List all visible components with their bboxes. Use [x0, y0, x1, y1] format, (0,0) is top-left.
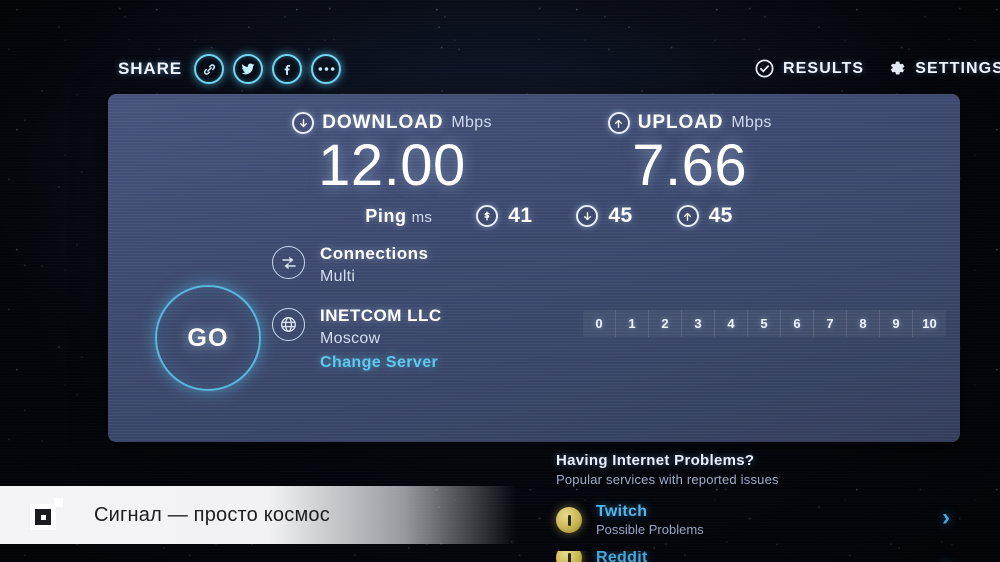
rating-cell-9[interactable]: 9 — [880, 310, 913, 337]
ping-row: Ping ms 41 45 45 — [108, 204, 960, 228]
share-label: SHARE — [118, 59, 183, 78]
share-bar: SHARE — [118, 54, 342, 84]
list-item[interactable]: Twitch Possible Problems › — [556, 503, 956, 537]
globe-icon — [272, 308, 305, 341]
results-button[interactable]: RESULTS — [754, 58, 864, 79]
chevron-right-icon[interactable]: › — [942, 506, 950, 530]
connections-row[interactable]: Connections Multi — [272, 244, 442, 286]
connections-text: Connections Multi — [320, 244, 428, 286]
service-text: Twitch Possible Problems — [596, 503, 704, 537]
more-icon[interactable] — [311, 54, 342, 84]
ping-label: Ping — [365, 205, 407, 226]
arrow-down-circle-icon — [292, 112, 315, 134]
speedtest-screen-photo: SHARE RESULTS SETTINGS DOWNLOAD Mbps 12.… — [0, 0, 1000, 562]
connections-icon — [272, 246, 305, 279]
service-text: Reddit — [596, 551, 648, 562]
arrow-up-circle-icon — [676, 205, 699, 227]
upload-metric: UPLOAD Mbps 7.66 — [604, 112, 776, 197]
rating-cell-5[interactable]: 5 — [748, 310, 781, 337]
server-row[interactable]: INETCOM LLC Moscow Change Server — [272, 306, 442, 372]
rating-scale[interactable]: 0 1 2 3 4 5 6 7 8 9 10 — [583, 310, 946, 337]
ping-idle-value: 41 — [508, 204, 533, 227]
rating-cell-8[interactable]: 8 — [847, 310, 880, 337]
arrow-up-circle-icon — [607, 112, 630, 134]
connection-info: Connections Multi INETCOM LLC Moscow Cha… — [272, 244, 442, 372]
twitter-icon[interactable] — [233, 54, 264, 84]
rating-cell-10[interactable]: 10 — [913, 310, 946, 337]
rating-cell-0[interactable]: 0 — [583, 310, 616, 337]
facebook-icon[interactable] — [272, 54, 303, 84]
check-circle-icon — [755, 59, 774, 78]
internet-problems-section: Having Internet Problems? Popular servic… — [556, 452, 956, 562]
service-name: Twitch — [596, 503, 648, 520]
rating-cell-4[interactable]: 4 — [715, 310, 748, 337]
ping-unit: ms — [411, 208, 433, 226]
service-name: Reddit — [596, 551, 648, 562]
ping-upload: 45 — [676, 204, 733, 228]
go-button-label: GO — [187, 323, 229, 352]
video-caption-bar: Сигнал — просто космос — [0, 486, 516, 544]
rating-cell-6[interactable]: 6 — [781, 310, 814, 337]
speed-metrics: DOWNLOAD Mbps 12.00 UPLOAD Mbps 7.66 — [108, 112, 960, 197]
speedtest-results-panel: DOWNLOAD Mbps 12.00 UPLOAD Mbps 7.66 Pin… — [108, 94, 960, 442]
upload-header: UPLOAD Mbps — [604, 112, 776, 134]
warning-icon — [556, 551, 582, 562]
ping-label-group: Ping ms — [365, 206, 432, 227]
ping-download-value: 45 — [608, 204, 633, 227]
upload-unit: Mbps — [731, 114, 772, 131]
outage-title: Having Internet Problems? — [556, 452, 755, 469]
download-value: 12.00 — [318, 133, 466, 198]
rating-cell-7[interactable]: 7 — [814, 310, 847, 337]
results-label: RESULTS — [783, 59, 865, 77]
ping-idle: 41 — [476, 204, 532, 228]
link-icon[interactable] — [194, 54, 225, 84]
server-location: Moscow — [320, 330, 381, 347]
connections-title: Connections — [320, 244, 429, 263]
rating-cell-1[interactable]: 1 — [616, 310, 649, 337]
gear-icon — [891, 61, 905, 75]
go-button[interactable]: GO — [155, 285, 261, 391]
chevron-right-icon[interactable]: › — [942, 554, 950, 562]
upload-label: UPLOAD — [637, 112, 724, 133]
square-logo-icon — [30, 498, 64, 532]
warning-icon — [556, 507, 582, 533]
service-status: Possible Problems — [596, 522, 704, 537]
download-header: DOWNLOAD Mbps — [292, 112, 492, 134]
server-text: INETCOM LLC Moscow Change Server — [320, 306, 442, 372]
settings-button[interactable]: SETTINGS — [886, 58, 1000, 79]
download-label: DOWNLOAD — [322, 112, 444, 133]
rating-cell-2[interactable]: 2 — [649, 310, 682, 337]
server-name: INETCOM LLC — [320, 306, 442, 325]
top-right-nav: RESULTS SETTINGS — [754, 58, 1000, 79]
list-item[interactable]: Reddit › — [556, 551, 956, 562]
ping-upload-value: 45 — [708, 204, 733, 227]
rating-cell-3[interactable]: 3 — [682, 310, 715, 337]
ping-download: 45 — [576, 204, 632, 228]
download-metric: DOWNLOAD Mbps 12.00 — [292, 112, 492, 197]
outage-subtitle: Popular services with reported issues — [556, 472, 779, 487]
settings-label: SETTINGS — [915, 59, 1000, 77]
caption-text: Сигнал — просто космос — [94, 503, 330, 526]
idle-latency-icon — [476, 205, 499, 227]
upload-value: 7.66 — [632, 133, 748, 198]
change-server-link[interactable]: Change Server — [320, 354, 438, 372]
download-unit: Mbps — [451, 114, 492, 131]
arrow-down-circle-icon — [576, 205, 599, 227]
connections-value: Multi — [320, 268, 356, 285]
